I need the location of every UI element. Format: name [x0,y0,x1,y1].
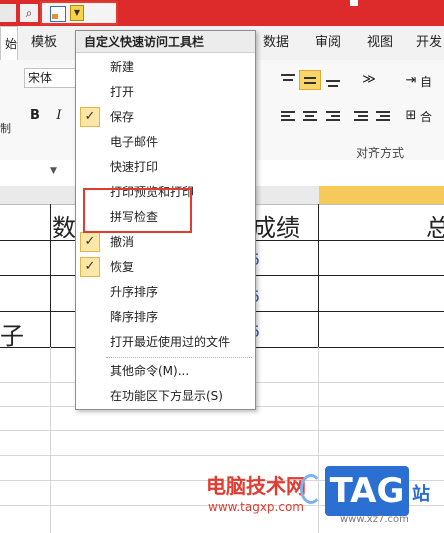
clipboard-fragment: 制 [0,122,11,135]
selected-column-header[interactable] [319,186,444,204]
merge-center-label: 合 [420,110,433,124]
cell-header-score[interactable]: 成绩 [252,208,300,243]
merge-center-icon[interactable]: ⊞ [402,107,420,125]
align-middle-icon[interactable] [299,70,321,90]
menu-item-label: 其他命令(M)... [110,364,190,378]
menu-item[interactable]: 电子邮件 [76,130,255,154]
alignment-group-label: 对齐方式 [356,146,405,160]
font-name-select[interactable]: 宋体 [24,68,80,88]
row-border [0,430,444,431]
binoculars-icon[interactable]: ⌕ [20,4,38,22]
align-center-icon[interactable] [299,106,321,126]
align-bottom-icon[interactable] [322,70,344,90]
menu-item[interactable]: 快速打印 [76,155,255,179]
tab-home-active[interactable]: 始 [0,26,18,61]
qat-highlight-box: ▼ [40,1,118,25]
cell-header-total[interactable]: 总 [426,208,444,243]
menu-item-label: 快速打印 [110,160,159,174]
menu-item-label: 新建 [110,60,135,74]
tab-home-label: 始 [4,37,17,51]
align-left-icon[interactable] [277,106,299,126]
menu-item-label: 在功能区下方显示(S) [110,389,223,403]
title-bar-fragment [350,0,358,6]
orientation-icon[interactable]: ≫ [358,70,380,90]
menu-item[interactable]: 在功能区下方显示(S) [76,384,255,408]
menu-item[interactable]: 降序排序 [76,305,255,329]
menu-item[interactable]: 新建 [76,55,255,79]
align-right-icon[interactable] [322,106,344,126]
menu-item[interactable]: ✓ 撤消 [76,230,255,254]
watermark-swirl-icon [300,474,322,504]
menu-item-label: 降序排序 [110,310,159,324]
checkmark-icon: ✓ [80,107,100,127]
menu-item-label: 打开 [110,85,135,99]
watermark-zhan: 站 [412,484,430,505]
checkmark-icon: ✓ [80,232,100,252]
wrap-text-icon[interactable]: ⇥ [402,72,420,90]
cell-row-fragment[interactable]: 子 [0,316,24,351]
menu-item-label: 电子邮件 [110,135,159,149]
menu-item[interactable]: 其他命令(M)... [76,359,255,383]
bold-button[interactable]: B [26,107,44,125]
wrap-text-label: 自 [420,75,433,89]
cell-header-math[interactable]: 数 [52,208,76,243]
form-icon[interactable] [50,6,66,22]
checkmark-icon: ✓ [80,257,100,277]
align-top-icon[interactable] [277,70,299,90]
spell-check-highlight-box [83,188,192,233]
menu-item-label: 恢复 [110,260,135,274]
menu-title: 自定义快速访问工具栏 [76,31,255,53]
menu-item-label: 升序排序 [110,285,159,299]
tab-developer[interactable]: 开发 [414,26,444,60]
decrease-indent-icon[interactable] [350,106,372,126]
menu-item[interactable]: ✓ 保存 [76,105,255,129]
watermark-site-name: 电脑技术网 [206,474,306,498]
increase-indent-icon[interactable] [372,106,394,126]
italic-button[interactable]: I [50,107,68,125]
quick-access-toolbar: ⌕ ▼ [0,0,444,26]
column-border [50,347,51,533]
qat-left-button[interactable] [0,4,16,22]
row-border [0,455,444,456]
column-border [50,204,51,347]
menu-item[interactable]: 打开 [76,80,255,104]
menu-item[interactable]: 打开最近使用过的文件 [76,330,255,354]
column-border [318,347,319,533]
menu-item[interactable]: ✓ 恢复 [76,255,255,279]
tab-template[interactable]: 模板 [28,26,60,60]
customize-dropdown-icon[interactable]: ▼ [70,5,84,21]
tab-data[interactable]: 数据 [260,26,292,60]
column-border [318,204,319,347]
namebox-dropdown-icon[interactable]: ▼ [50,166,60,178]
watermark-url: www.tagxp.com [208,500,304,514]
menu-separator [106,357,252,358]
menu-item-label: 打开最近使用过的文件 [110,335,231,349]
tab-review[interactable]: 审阅 [312,26,344,60]
menu-item-label: 保存 [110,110,135,124]
tab-view[interactable]: 视图 [364,26,396,60]
menu-item[interactable]: 升序排序 [76,280,255,304]
watermark-small-url: www.xz7.com [340,514,409,525]
menu-item-label: 撤消 [110,235,135,249]
watermark-tag-logo: TAG [325,466,409,516]
